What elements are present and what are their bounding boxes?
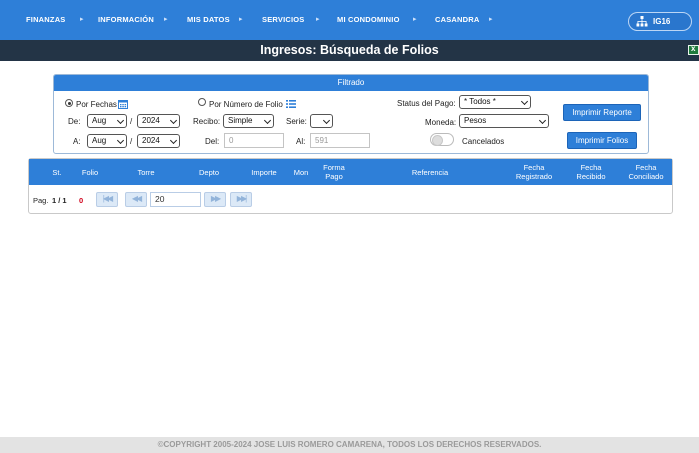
recibo-select[interactable]: Simple [223,114,274,128]
cancelados-label: Cancelados [462,137,505,146]
moneda-select[interactable]: Pesos [459,114,549,128]
from-year-select[interactable]: 2024 [137,114,180,128]
col-status[interactable]: St. [45,168,69,177]
from-year-value: 2024 [142,116,160,125]
page-indicator: 1 / 1 [52,196,67,205]
next-page-icon: ▶▶ [210,194,221,203]
chevron-right-icon: ▸ [164,16,168,23]
grid-header: St. Folio Torre Depto Importe Mon Forma … [29,159,672,185]
from-month-value: Aug [92,116,107,125]
record-count: 0 [79,196,84,205]
user-menu-button[interactable]: IG16 [628,12,692,31]
by-dates-label: Por Fechas [76,100,117,109]
nav-finanzas[interactable]: FINANZAS [26,15,66,24]
status-select[interactable]: * Todos * [459,95,531,109]
date-separator: / [130,137,133,146]
serie-label: Serie: [286,117,307,126]
folio-to-input[interactable]: 591 [310,133,370,148]
to-year-select[interactable]: 2024 [137,134,180,148]
col-referencia[interactable]: Referencia [401,168,459,177]
col-fecha-registrado[interactable]: Fecha Registrado [510,163,558,181]
cancelados-toggle[interactable] [430,133,454,146]
to-year-value: 2024 [142,136,160,145]
nav-informacion[interactable]: INFORMACIÓN [98,15,154,24]
filter-header: Filtrado [54,75,648,91]
status-label: Status del Pago: [397,99,456,108]
chevron-right-icon: ▸ [489,16,493,23]
nav-mis-datos[interactable]: MIS DATOS [187,15,230,24]
del-label: Del: [205,137,220,146]
col-depto[interactable]: Depto [193,168,225,177]
col-forma-pago[interactable]: Forma Pago [316,163,352,181]
moneda-label: Moneda: [425,118,457,127]
serie-select[interactable] [310,114,333,128]
by-folio-radio[interactable] [198,98,206,106]
footer-copyright: ©COPYRIGHT 2005-2024 JOSE LUIS ROMERO CA… [0,437,699,453]
page-title: Ingresos: Búsqueda de Folios [260,43,439,57]
by-dates-radio[interactable] [65,99,73,107]
status-value: * Todos * [464,97,496,106]
to-label: A: [73,137,81,146]
list-icon[interactable] [286,99,296,109]
chevron-right-icon: ▸ [239,16,243,23]
next-page-button[interactable]: ▶▶ [204,192,226,207]
prev-page-button[interactable]: ◀◀ [125,192,147,207]
col-fecha-recibido[interactable]: Fecha Recibido [571,163,611,181]
top-navigation-bar: FINANZAS ▸ INFORMACIÓN ▸ MIS DATOS ▸ SER… [0,0,699,40]
user-label: IG16 [653,17,671,26]
date-separator: / [130,117,133,126]
col-fecha-conciliado[interactable]: Fecha Conciliado [623,163,669,181]
col-folio[interactable]: Folio [77,168,103,177]
last-page-icon: ▶▶| [236,194,247,203]
excel-export-icon[interactable] [688,44,699,55]
al-label: Al: [296,137,306,146]
last-page-button[interactable]: ▶▶| [230,192,252,207]
print-report-button[interactable]: Imprimir Reporte [563,104,641,121]
recibo-label: Recibo: [193,117,221,126]
by-folio-label: Por Número de Folio [209,100,283,109]
chevron-right-icon: ▸ [316,16,320,23]
nav-casandra[interactable]: CASANDRA [435,15,480,24]
calendar-icon[interactable] [118,99,128,109]
col-torre[interactable]: Torre [131,168,161,177]
filter-panel: Filtrado Por Fechas De: Aug / 2024 A: Au… [53,74,649,154]
chevron-right-icon: ▸ [80,16,84,23]
page-title-bar: Ingresos: Búsqueda de Folios [0,40,699,61]
nav-servicios[interactable]: SERVICIOS [262,15,305,24]
col-importe[interactable]: Importe [246,168,282,177]
page-label: Pag. [33,196,49,205]
first-page-icon: |◀◀ [102,194,113,203]
page-size-input[interactable]: 20 [150,192,201,207]
moneda-value: Pesos [464,116,487,125]
prev-page-icon: ◀◀ [131,194,142,203]
chevron-right-icon: ▸ [413,16,417,23]
nav-mi-condominio[interactable]: MI CONDOMINIO [337,15,400,24]
sitemap-icon [636,16,648,27]
results-grid: St. Folio Torre Depto Importe Mon Forma … [28,158,673,214]
col-mon[interactable]: Mon [290,168,312,177]
print-folios-button[interactable]: Imprimir Folios [567,132,637,149]
to-month-value: Aug [92,136,107,145]
from-month-select[interactable]: Aug [87,114,127,128]
recibo-value: Simple [228,116,253,125]
first-page-button[interactable]: |◀◀ [96,192,118,207]
from-label: De: [68,117,81,126]
to-month-select[interactable]: Aug [87,134,127,148]
folio-from-input[interactable]: 0 [224,133,284,148]
